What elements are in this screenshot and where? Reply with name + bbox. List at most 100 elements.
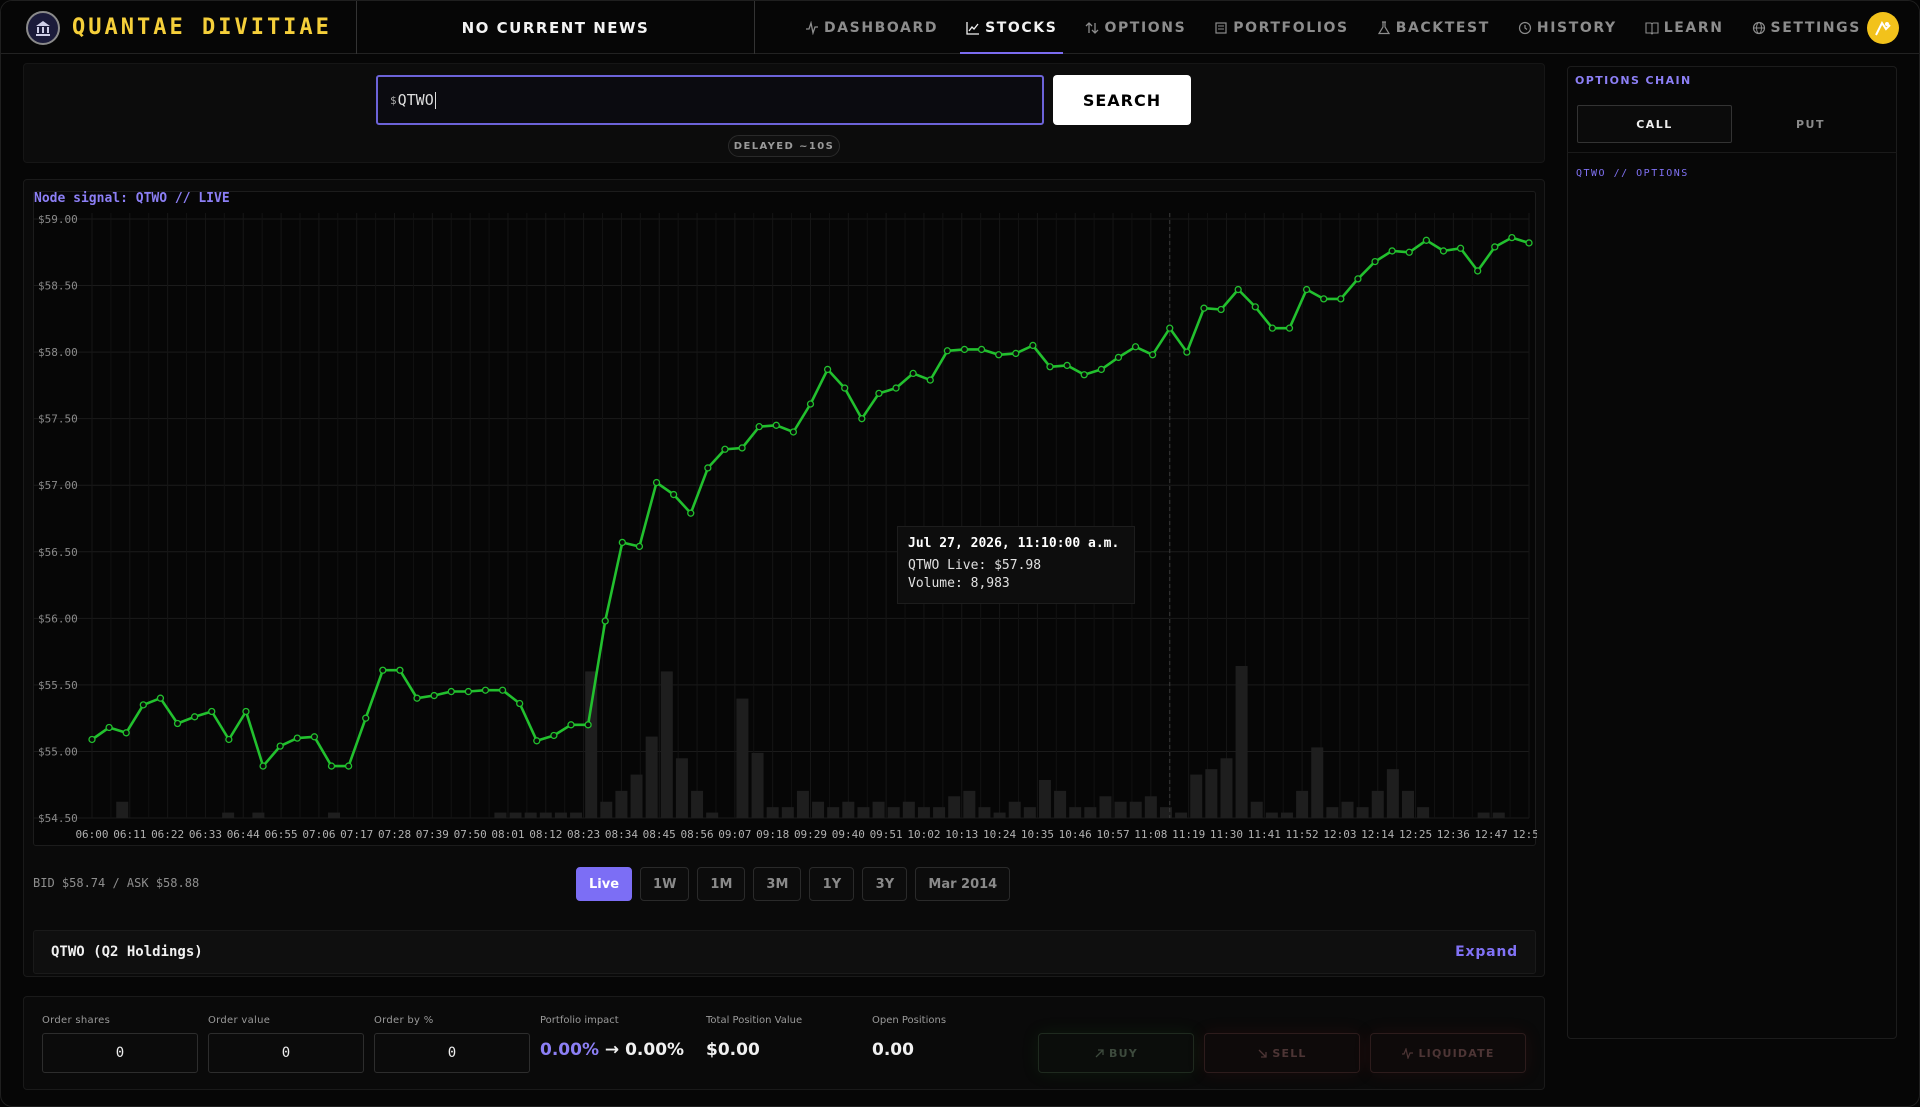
range-1y-button[interactable]: 1Y: [809, 867, 855, 901]
nav-learn-label: LEARN: [1663, 19, 1724, 36]
price-point: [995, 351, 1003, 359]
range-3m-button[interactable]: 3M: [753, 867, 802, 901]
volume-bar: [1311, 747, 1324, 818]
volume-bar: [1492, 812, 1505, 818]
nav-backtest[interactable]: BACKTEST: [1363, 1, 1504, 54]
y-tick-label: $56.00: [38, 612, 78, 625]
volume-bar: [585, 671, 598, 818]
nav-learn[interactable]: LEARN: [1631, 1, 1738, 54]
price-point: [1200, 304, 1208, 312]
y-tick-label: $57.00: [38, 479, 78, 492]
volume-bar: [675, 758, 688, 818]
price-point: [1063, 361, 1071, 370]
volume-bar: [948, 796, 961, 818]
price-chart[interactable]: $59.00 $58.50 $58.00 $57.50 $57.00 $56.50 $56.…: [34, 192, 1537, 847]
range-1m-button[interactable]: 1M: [697, 867, 746, 901]
order-value-label: Order value: [208, 1015, 271, 1026]
sell-button[interactable]: SELL: [1204, 1033, 1360, 1073]
arrow-up-right-icon: [1095, 1048, 1104, 1057]
price-point: [755, 423, 763, 431]
order-shares-input[interactable]: 0: [42, 1033, 198, 1073]
dollar-prefix: $: [390, 93, 397, 107]
nav-history[interactable]: HISTORY: [1504, 1, 1631, 54]
tooltip-price: QTWO Live: $57.98: [908, 558, 1042, 573]
price-point: [208, 707, 216, 716]
price-point: [1131, 343, 1140, 351]
price-point: [960, 345, 969, 354]
arrow-down-right-icon: [1258, 1049, 1268, 1058]
search-button[interactable]: SEARCH: [1053, 75, 1191, 125]
holding-row[interactable]: QTWO (Q2 Holdings) Expand: [33, 930, 1536, 974]
range-1w-button[interactable]: 1W: [640, 867, 690, 901]
price-point: [977, 345, 986, 354]
x-tick-label: 06:33: [189, 828, 222, 841]
price-point: [1405, 248, 1413, 256]
volume-bar: [1023, 807, 1036, 818]
nav-portfolios[interactable]: PORTFOLIOS: [1200, 1, 1362, 54]
price-point: [242, 707, 250, 716]
x-tick-label: 12:36: [1437, 828, 1470, 841]
x-tick-label: 07:28: [378, 828, 411, 841]
x-tick-label: 08:23: [567, 828, 600, 841]
volume-bar: [827, 807, 840, 818]
brand[interactable]: QUANTAE DIVITIAE: [1, 1, 357, 54]
x-tick-label: 12:03: [1323, 828, 1356, 841]
volume-bar: [116, 801, 129, 818]
x-tick-label: 08:45: [643, 828, 676, 841]
nav-options[interactable]: OPTIONS: [1071, 1, 1200, 54]
liquidate-button[interactable]: LIQUIDATE: [1370, 1033, 1526, 1073]
range-live-button[interactable]: Live: [576, 867, 633, 901]
app-window: QUANTAE DIVITIAE NO CURRENT NEWS DASHBOA…: [0, 0, 1920, 1107]
x-tick-label: 12:25: [1399, 828, 1432, 841]
buy-button[interactable]: BUY: [1038, 1033, 1194, 1073]
ticker-search-input[interactable]: $ QTWO: [376, 75, 1044, 125]
nav-settings[interactable]: SETTINGS: [1738, 1, 1875, 54]
price-point: [105, 723, 113, 732]
user-avatar[interactable]: [1867, 12, 1899, 44]
arrows-up-down-icon: [1085, 21, 1099, 34]
volume-bar: [222, 812, 235, 818]
price-point: [1217, 305, 1225, 314]
x-tick-label: 06:11: [113, 828, 146, 841]
price-point: [122, 729, 130, 737]
total-position-amount: $0.00: [706, 1040, 760, 1060]
expand-button[interactable]: Expand: [1455, 944, 1518, 960]
tab-call[interactable]: CALL: [1577, 105, 1732, 143]
chart-area[interactable]: $59.00 $58.50 $58.00 $57.50 $57.00 $56.50 $56.…: [33, 191, 1537, 847]
tab-put[interactable]: PUT: [1733, 105, 1888, 143]
order-value-input[interactable]: 0: [208, 1033, 364, 1073]
price-point: [1251, 303, 1259, 311]
nav-settings-label: SETTINGS: [1770, 19, 1861, 36]
price-point: [1371, 257, 1379, 266]
price-point: [1148, 351, 1157, 359]
price-point: [481, 686, 490, 694]
x-tick-label: 10:13: [945, 828, 978, 841]
price-point: [379, 666, 387, 674]
order-percent-input[interactable]: 0: [374, 1033, 530, 1073]
price-point: [738, 444, 746, 452]
volume-bar: [706, 812, 719, 818]
volume-bar: [1129, 801, 1142, 818]
price-point: [1508, 233, 1516, 242]
volume-bar: [857, 807, 870, 818]
price-point: [858, 415, 866, 423]
briefcase-icon: [1215, 21, 1227, 34]
volume-bar: [917, 807, 930, 818]
y-tick-label: $57.50: [38, 413, 78, 426]
nav-dashboard[interactable]: DASHBOARD: [791, 1, 952, 54]
history-icon: [1518, 21, 1532, 34]
holding-name: QTWO (Q2 Holdings): [51, 944, 203, 960]
y-tick-label: $55.50: [38, 679, 78, 692]
volume-bar: [1008, 801, 1021, 818]
chart-tooltip: Jul 27, 2026, 11:10:00 a.m. QTWO Live: $…: [897, 526, 1135, 604]
nav-stocks[interactable]: STOCKS: [952, 1, 1071, 54]
range-mar-2014-button[interactable]: Mar 2014: [915, 867, 1011, 901]
globe-icon: [1752, 21, 1765, 34]
nav-options-label: OPTIONS: [1104, 19, 1187, 36]
volume-bar: [887, 807, 900, 818]
price-point: [327, 762, 336, 770]
range-3y-button[interactable]: 3Y: [862, 867, 908, 901]
price-point: [892, 384, 900, 392]
x-tick-label: 08:01: [491, 828, 524, 841]
volume-bar: [1417, 807, 1430, 818]
